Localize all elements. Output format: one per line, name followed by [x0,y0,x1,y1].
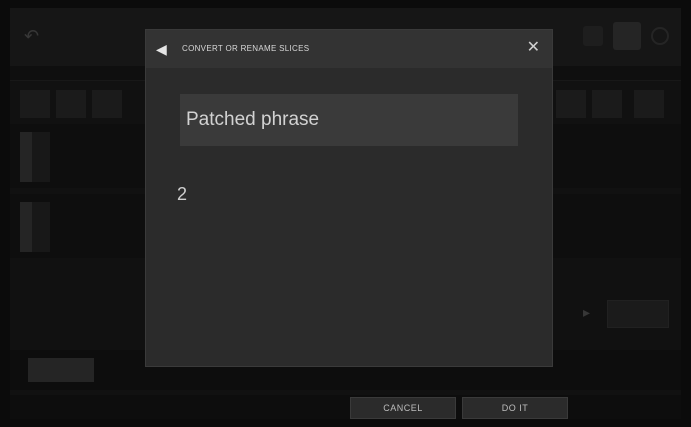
name-input[interactable]: Patched phrase [180,94,518,146]
count-value[interactable]: 2 [177,184,187,205]
close-icon[interactable]: ✕ [527,39,540,57]
do-it-button[interactable]: DO IT [462,397,568,419]
speaker-icon: ◀ [156,41,167,57]
cancel-button[interactable]: CANCEL [350,397,456,419]
dialog-header: ◀ CONVERT OR RENAME SLICES ✕ [146,30,552,68]
convert-rename-dialog: ◀ CONVERT OR RENAME SLICES ✕ Patched phr… [146,30,552,366]
dialog-title: CONVERT OR RENAME SLICES [182,44,310,53]
app-screen: ↶ ▸ CANCEL DO IT ◀ CONVERT OR RENAME SLI… [10,8,681,419]
footer-bar: CANCEL DO IT [10,395,681,419]
